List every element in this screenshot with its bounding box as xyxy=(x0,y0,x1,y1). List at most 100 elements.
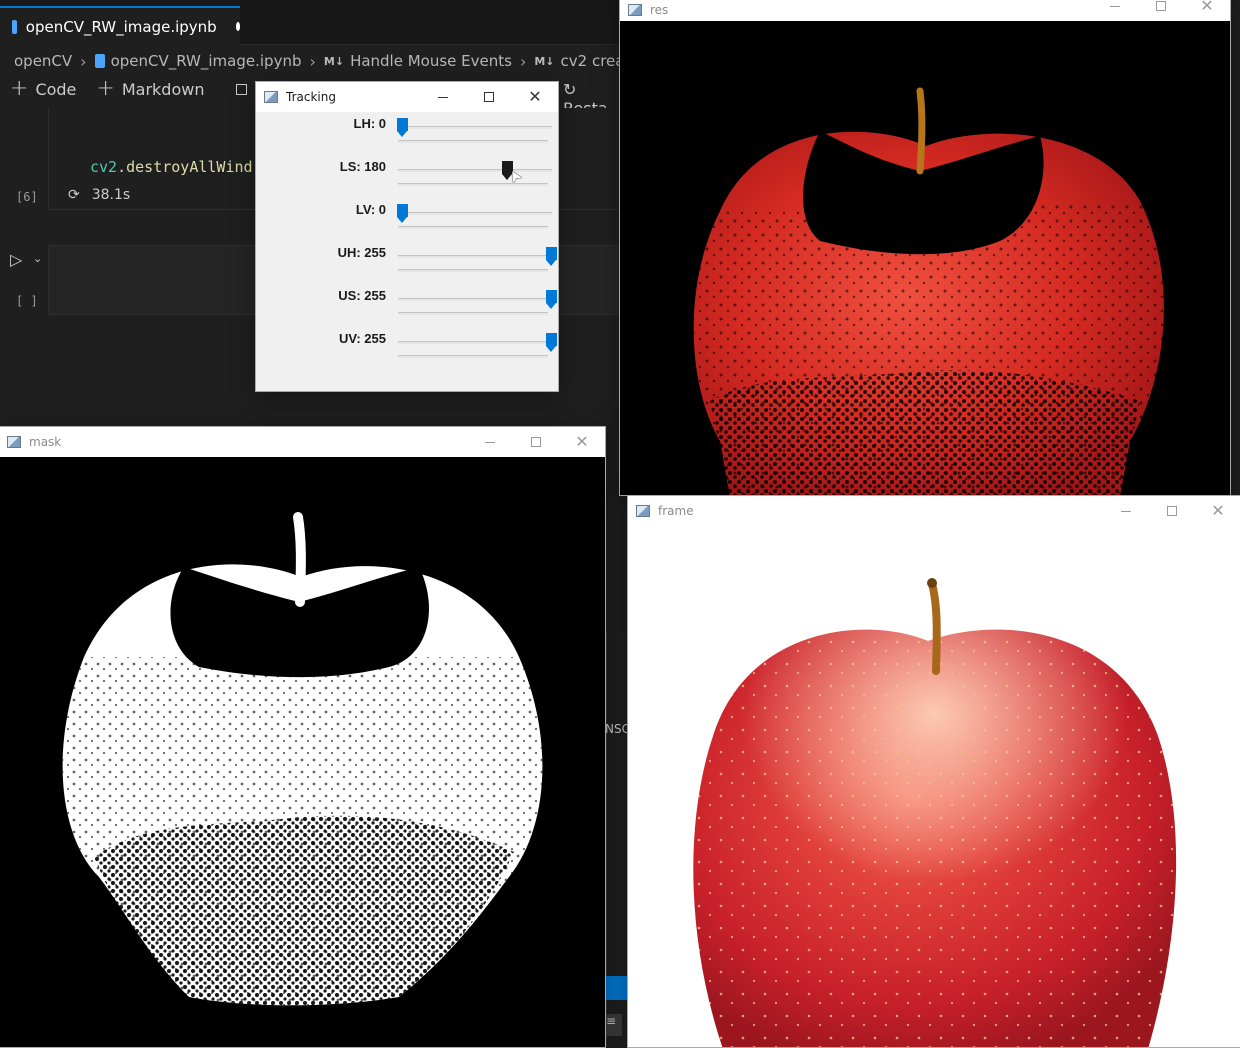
trackbar-track[interactable] xyxy=(398,126,552,129)
minimize-button[interactable] xyxy=(420,82,466,112)
tab-notebook[interactable]: openCV_RW_image.ipynb xyxy=(0,6,240,45)
breadcrumb-file[interactable]: openCV_RW_image.ipynb xyxy=(111,52,302,70)
mask-image[interactable] xyxy=(0,457,605,1047)
close-icon: ✕ xyxy=(1200,0,1214,15)
trackbar-1: LH: 0 xyxy=(256,114,558,157)
notebook-file-icon xyxy=(12,19,17,34)
tab-bar: openCV_RW_image.ipynb xyxy=(0,0,620,45)
mask-titlebar[interactable]: mask ✕ xyxy=(0,427,605,457)
maximize-button[interactable] xyxy=(466,82,512,112)
trackbar-tick-line xyxy=(398,269,548,272)
res-image[interactable] xyxy=(620,21,1230,495)
minimize-icon xyxy=(438,96,448,98)
trackbar-label: UV: 255 xyxy=(339,331,386,346)
plus-icon: + xyxy=(96,76,115,101)
minimize-button[interactable] xyxy=(1103,496,1149,526)
plus-icon: + xyxy=(10,76,29,101)
maximize-button[interactable] xyxy=(1138,0,1184,21)
status-accent xyxy=(606,976,628,1000)
maximize-icon xyxy=(1167,506,1177,516)
minimize-button[interactable] xyxy=(467,427,513,457)
res-window: res ✕ xyxy=(619,0,1231,496)
trackbar-5: US: 255 xyxy=(256,286,558,329)
stop-icon xyxy=(236,83,248,95)
notebook-file-icon xyxy=(94,54,105,68)
window-title: frame xyxy=(658,504,694,518)
close-button[interactable]: ✕ xyxy=(512,82,558,112)
execution-count: [6] xyxy=(16,190,38,204)
trackbar-thumb[interactable] xyxy=(397,204,408,223)
frame-image[interactable] xyxy=(628,526,1240,1047)
trackbar-track[interactable] xyxy=(398,298,552,301)
frame-window: frame ✕ xyxy=(627,495,1240,1048)
window-title: mask xyxy=(29,435,62,449)
breadcrumb-section-1[interactable]: Handle Mouse Events xyxy=(350,52,512,70)
markdown-icon: M↓ xyxy=(534,54,555,68)
window-title: Tracking xyxy=(286,90,336,104)
notebook-toolbar: + Code + Markdown In xyxy=(0,76,279,102)
trackbar-thumb[interactable] xyxy=(546,333,557,352)
close-button[interactable]: ✕ xyxy=(559,427,605,457)
minimize-icon xyxy=(485,441,495,443)
run-cell-button[interactable]: ▷ xyxy=(10,250,22,269)
trackbar-tick-line xyxy=(398,312,548,315)
mask-window: mask ✕ xyxy=(0,426,606,1048)
trackbar-track[interactable] xyxy=(398,169,552,172)
trackbar-thumb[interactable] xyxy=(546,247,557,266)
maximize-icon xyxy=(1156,1,1166,11)
execution-time: 38.1s xyxy=(91,187,131,203)
document-icon[interactable]: ≡ xyxy=(606,1014,622,1036)
add-code-cell-button[interactable]: + Code xyxy=(0,76,86,101)
code-dot: . xyxy=(117,158,127,176)
breadcrumb: openCV › openCV_RW_image.ipynb › M↓ Hand… xyxy=(14,49,679,73)
trackbar-6: UV: 255 xyxy=(256,329,558,372)
unsaved-dot-icon[interactable] xyxy=(235,22,240,31)
trackbar-tick-line xyxy=(398,226,548,229)
restart-icon: ↻ xyxy=(563,80,577,99)
close-icon: ✕ xyxy=(1211,501,1225,520)
add-markdown-cell-button[interactable]: + Markdown xyxy=(86,76,214,101)
code-function: destroyAllWind xyxy=(126,158,253,176)
window-app-icon xyxy=(636,505,650,517)
trackbar-track[interactable] xyxy=(398,341,552,344)
add-code-label: Code xyxy=(35,79,77,99)
trackbar-label: LS: 180 xyxy=(339,159,386,174)
maximize-button[interactable] xyxy=(1149,496,1195,526)
window-app-icon xyxy=(628,4,642,16)
trackbar-thumb[interactable] xyxy=(546,290,557,309)
frame-titlebar[interactable]: frame ✕ xyxy=(628,496,1240,526)
trackbar-track[interactable] xyxy=(398,255,552,258)
trackbar-track[interactable] xyxy=(398,212,552,215)
chevron-right-icon: › xyxy=(309,51,316,71)
chevron-right-icon: › xyxy=(80,51,87,71)
minimize-icon xyxy=(1110,5,1120,7)
trackbar-tick-line xyxy=(398,355,548,358)
close-button[interactable]: ✕ xyxy=(1184,0,1230,21)
tracking-titlebar[interactable]: Tracking ✕ xyxy=(256,82,558,112)
maximize-button[interactable] xyxy=(513,427,559,457)
trackbar-panel: LH: 0 LS: 180 ➤ LV: 0 UH: 255 US: 255 UV: 255 xyxy=(256,112,558,391)
code-line[interactable]: cv2.destroyAllWind xyxy=(90,158,253,176)
trackbar-2: LS: 180 ➤ xyxy=(256,157,558,200)
trackbar-label: LV: 0 xyxy=(355,202,386,217)
code-object: cv2 xyxy=(90,158,118,176)
tab-label: openCV_RW_image.ipynb xyxy=(25,17,217,36)
window-title: res xyxy=(650,3,669,17)
window-app-icon xyxy=(264,91,278,103)
execution-count: [ ] xyxy=(16,294,38,308)
chevron-down-icon[interactable]: ⌄ xyxy=(33,252,42,265)
trackbar-3: LV: 0 xyxy=(256,200,558,243)
trackbar-thumb[interactable] xyxy=(397,118,408,137)
trackbar-tick-line xyxy=(398,140,548,143)
add-markdown-label: Markdown xyxy=(121,79,205,99)
res-titlebar[interactable]: res ✕ xyxy=(620,0,1230,21)
breadcrumb-folder[interactable]: openCV xyxy=(14,52,72,70)
close-icon: ✕ xyxy=(528,87,542,106)
markdown-icon: M↓ xyxy=(323,54,345,68)
trackbar-label: LH: 0 xyxy=(353,116,387,131)
close-button[interactable]: ✕ xyxy=(1195,496,1240,526)
minimize-button[interactable] xyxy=(1092,0,1138,21)
trackbar-label: US: 255 xyxy=(338,288,386,303)
trackbar-label: UH: 255 xyxy=(337,245,386,260)
trackbar-tick-line xyxy=(398,183,548,186)
